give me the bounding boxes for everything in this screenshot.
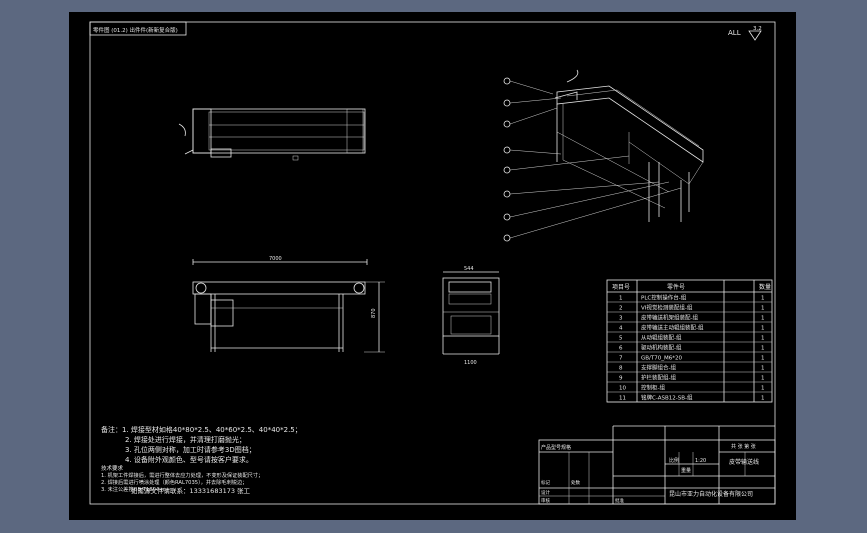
dim-side-top: 544	[464, 266, 474, 272]
bom-header-qty: 数量	[759, 283, 771, 291]
bom-row-no: 6	[619, 346, 623, 352]
bom-row-qty: 1	[761, 396, 765, 402]
bom-header-part: 零件号	[667, 283, 685, 291]
dim-front-height: 870	[371, 308, 377, 318]
bom-row-qty: 1	[761, 386, 765, 392]
bom-row-no: 10	[619, 386, 626, 392]
bom-row-part: 铭牌C-ASB12-SB-组	[641, 394, 693, 402]
drawing-sheet: 零件图 (01.2) 出件件(新新复合版) ALL 3.2 7000 870 5…	[69, 12, 796, 520]
bom-row-no: 9	[619, 376, 623, 382]
bom-row-part: 驱动机构装配-组	[641, 344, 682, 352]
bom-row-qty: 1	[761, 356, 765, 362]
title-cell: 设计	[541, 489, 550, 496]
bom-row-qty: 1	[761, 336, 765, 342]
title-strip: 零件图 (01.2) 出件件(新新复合版)	[93, 26, 178, 34]
title-left-label: 产品型号规格	[541, 444, 571, 451]
bom-row-part: PLC控制操作台-组	[641, 294, 687, 302]
title-block: 产品型号规格 标记 处数 设计 审核 批准 比例 1:20 重量 共 张 第 张…	[538, 425, 776, 505]
balloons	[503, 77, 682, 242]
bom-row-qty: 1	[761, 376, 765, 382]
bom-row-no: 3	[619, 316, 623, 322]
dim-side-bottom: 1100	[464, 360, 477, 366]
bom-row-qty: 1	[761, 306, 765, 312]
notes-block: 备注：1. 焊接型材如格40*80*2.5、40*60*2.5、40*40*2.…	[101, 425, 302, 495]
bom-row-part: 护栏装配组-组	[641, 374, 676, 382]
scale-value: 1:20	[695, 458, 706, 464]
note-line: 3. 孔位两侧对称，加工时请参考3D图档；	[125, 445, 256, 454]
title-cell: 审核	[541, 497, 550, 504]
bom-table: 项目号 零件号 数量 1 PLC控制操作台-组 1 2 VI视觉检测装配组-组 1 3 皮带输…	[606, 279, 773, 403]
note-line: 4. 设备附外观颜色、型号请按客户要求。	[125, 455, 253, 464]
title-cell: 标记	[541, 479, 550, 486]
scale-label: 比例	[669, 457, 679, 464]
bom-row-qty: 1	[761, 296, 765, 302]
bom-row-no: 1	[619, 296, 623, 302]
company-name: 昆山市亚力自动化设备有限公司	[669, 490, 753, 498]
cad-drawing: 零件图 (01.2) 出件件(新新复合版) ALL 3.2 7000 870 5…	[89, 21, 776, 505]
note-line: 备注：1. 焊接型材如格40*80*2.5、40*60*2.5、40*40*2.…	[101, 425, 302, 434]
side-view: 544 1100	[442, 266, 500, 366]
tech-title: 技术要求	[101, 464, 124, 472]
note-line: 2. 焊接处进行焊接，并清理打磨抛光；	[125, 435, 246, 444]
dim-front-width: 7000	[269, 256, 282, 262]
bom-header-no: 项目号	[612, 284, 630, 291]
bom-row-qty: 1	[761, 346, 765, 352]
contact-line: 如需源文件请联系：13331683173 张工	[131, 486, 251, 495]
bom-row-part: GB/T70_M6*20	[641, 356, 682, 362]
bom-row-part: 控制柜-组	[641, 384, 665, 392]
drawing-name: 皮带输送线	[729, 458, 759, 466]
title-cell: 处数	[571, 479, 580, 486]
bom-row-qty: 1	[761, 366, 765, 372]
bom-row-no: 7	[619, 356, 623, 362]
title-cell: 批准	[615, 497, 624, 504]
bom-row-no: 2	[619, 306, 623, 312]
sheet-label: 共 张 第 张	[731, 443, 756, 450]
top-view	[178, 108, 366, 161]
bom-row-qty: 1	[761, 316, 765, 322]
bom-row-part: 从动辊组装配-组	[641, 334, 682, 342]
bom-row-no: 4	[619, 326, 623, 332]
bom-row-part: 皮带输送主动辊组装配-组	[641, 324, 704, 332]
bom-row-part: 支撑脚组合-组	[641, 364, 676, 372]
isometric-view	[554, 69, 704, 222]
bom-row-qty: 1	[761, 326, 765, 332]
front-view: 7000 870	[192, 256, 385, 353]
finish-mark: ALL	[728, 29, 741, 37]
bom-row-no: 5	[619, 336, 623, 342]
bom-row-no: 11	[619, 396, 626, 402]
weight-label: 重量	[681, 467, 691, 474]
bom-row-part: VI视觉检测装配组-组	[641, 304, 693, 312]
roughness-icon	[748, 30, 762, 41]
tech-line: 2. 焊接后需进行喷涂处理（颜色RAL7035），并去除毛刺锐边；	[101, 478, 247, 486]
bom-row-part: 皮带输送机架组装配-组	[641, 314, 698, 322]
bom-row-no: 8	[619, 366, 623, 372]
tech-line: 1. 机架工件焊接后，需进行整体去应力处理，不变形及保证装配尺寸；	[101, 471, 263, 479]
